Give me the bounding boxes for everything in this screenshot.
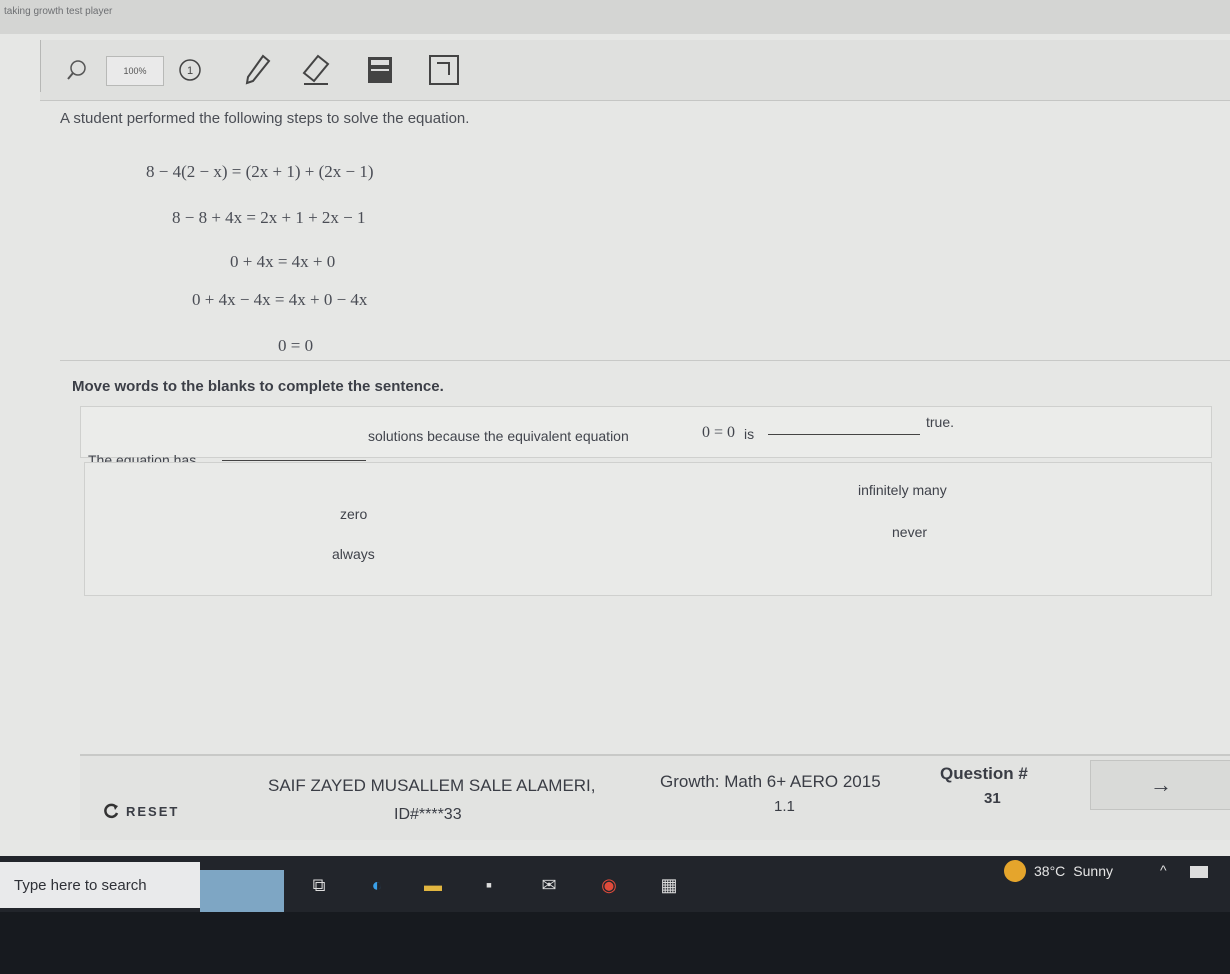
weather-condition: Sunny xyxy=(1073,863,1113,879)
toolbar-divider xyxy=(40,40,41,92)
equation-step-3: 0 + 4x = 4x + 0 xyxy=(230,252,336,271)
test-version: 1.1 xyxy=(774,798,795,815)
drop-blank-2[interactable] xyxy=(768,434,920,435)
eraser-icon[interactable] xyxy=(298,54,334,85)
question-number: 31 xyxy=(984,790,1001,807)
calculator-app-icon[interactable]: ▦ xyxy=(654,870,684,900)
arrow-right-icon: → xyxy=(1150,772,1172,797)
reset-icon xyxy=(104,803,119,819)
calculator-icon[interactable] xyxy=(362,56,398,84)
equation-step-5: 0 = 0 xyxy=(278,336,314,355)
test-footer xyxy=(80,754,1230,840)
equation-step-1: 8 − 4(2 − x) = (2x + 1) + (2x − 1) xyxy=(146,162,374,181)
search-icon[interactable] xyxy=(62,56,92,84)
drop-blank-1[interactable] xyxy=(222,460,366,461)
word-tile-never[interactable]: never xyxy=(888,522,931,542)
sentence-is: is xyxy=(744,426,755,442)
equation-step-2: 8 − 8 + 4x = 2x + 1 + 2x − 1 xyxy=(172,208,366,227)
line-reader-button[interactable]: 1 xyxy=(176,56,204,84)
mail-icon[interactable]: ✉ xyxy=(534,870,564,900)
reset-button[interactable]: RESET xyxy=(102,802,179,820)
tab-title[interactable]: taking growth test player xyxy=(4,6,112,17)
equation-step-4: 0 + 4x − 4x = 4x + 0 − 4x xyxy=(192,290,368,309)
store-icon[interactable]: ▪ xyxy=(474,870,504,900)
reference-sheet-icon[interactable] xyxy=(424,55,464,85)
sun-icon xyxy=(1004,860,1026,882)
student-name: SAIF ZAYED MUSALLEM SALE ALAMERI, xyxy=(268,776,596,795)
word-tile-always[interactable]: always xyxy=(328,544,379,564)
sentence-area xyxy=(80,406,1212,458)
word-tile-zero[interactable]: zero xyxy=(336,504,371,524)
monitor-bezel xyxy=(0,912,1230,974)
taskbar-search-input[interactable]: Type here to search xyxy=(0,862,200,908)
question-number-label: Question # xyxy=(940,764,1028,783)
chevron-up-icon[interactable]: ^ xyxy=(1160,862,1167,878)
search-highlight-image xyxy=(200,870,284,914)
screen: taking growth test player 100% 1 A stude… xyxy=(0,0,1230,856)
temperature: 38°C xyxy=(1034,863,1066,879)
weather-widget[interactable]: 38°C Sunny xyxy=(1004,860,1113,882)
sentence-equation: 0 = 0 xyxy=(702,424,736,441)
task-view-icon[interactable]: ⧉ xyxy=(304,870,334,900)
word-tile-infinitely-many[interactable]: infinitely many xyxy=(854,480,951,500)
notification-icon[interactable] xyxy=(1190,866,1208,878)
sentence-part-2: solutions because the equivalent equatio… xyxy=(368,428,629,444)
word-bank xyxy=(84,462,1212,596)
section-divider xyxy=(60,360,1230,361)
sentence-part-3: true. xyxy=(926,414,955,430)
zoom-level[interactable]: 100% xyxy=(106,56,164,86)
next-question-button[interactable]: → xyxy=(1090,760,1230,810)
question-prompt: A student performed the following steps … xyxy=(60,110,470,127)
chrome-icon[interactable]: ◉ xyxy=(594,870,624,900)
student-id: ID#****33 xyxy=(394,806,462,823)
browser-tab-strip: taking growth test player xyxy=(0,0,1230,34)
line-reader-number: 1 xyxy=(187,65,193,77)
file-explorer-icon[interactable]: ▬ xyxy=(418,870,448,900)
reset-label: RESET xyxy=(126,803,180,819)
edge-browser-icon[interactable]: ◐ xyxy=(362,870,392,900)
test-name: Growth: Math 6+ AERO 2015 xyxy=(660,772,881,791)
pen-icon[interactable] xyxy=(240,54,276,85)
drag-instruction: Move words to the blanks to complete the… xyxy=(72,378,444,395)
test-toolbar: 100% 1 xyxy=(40,40,1230,101)
